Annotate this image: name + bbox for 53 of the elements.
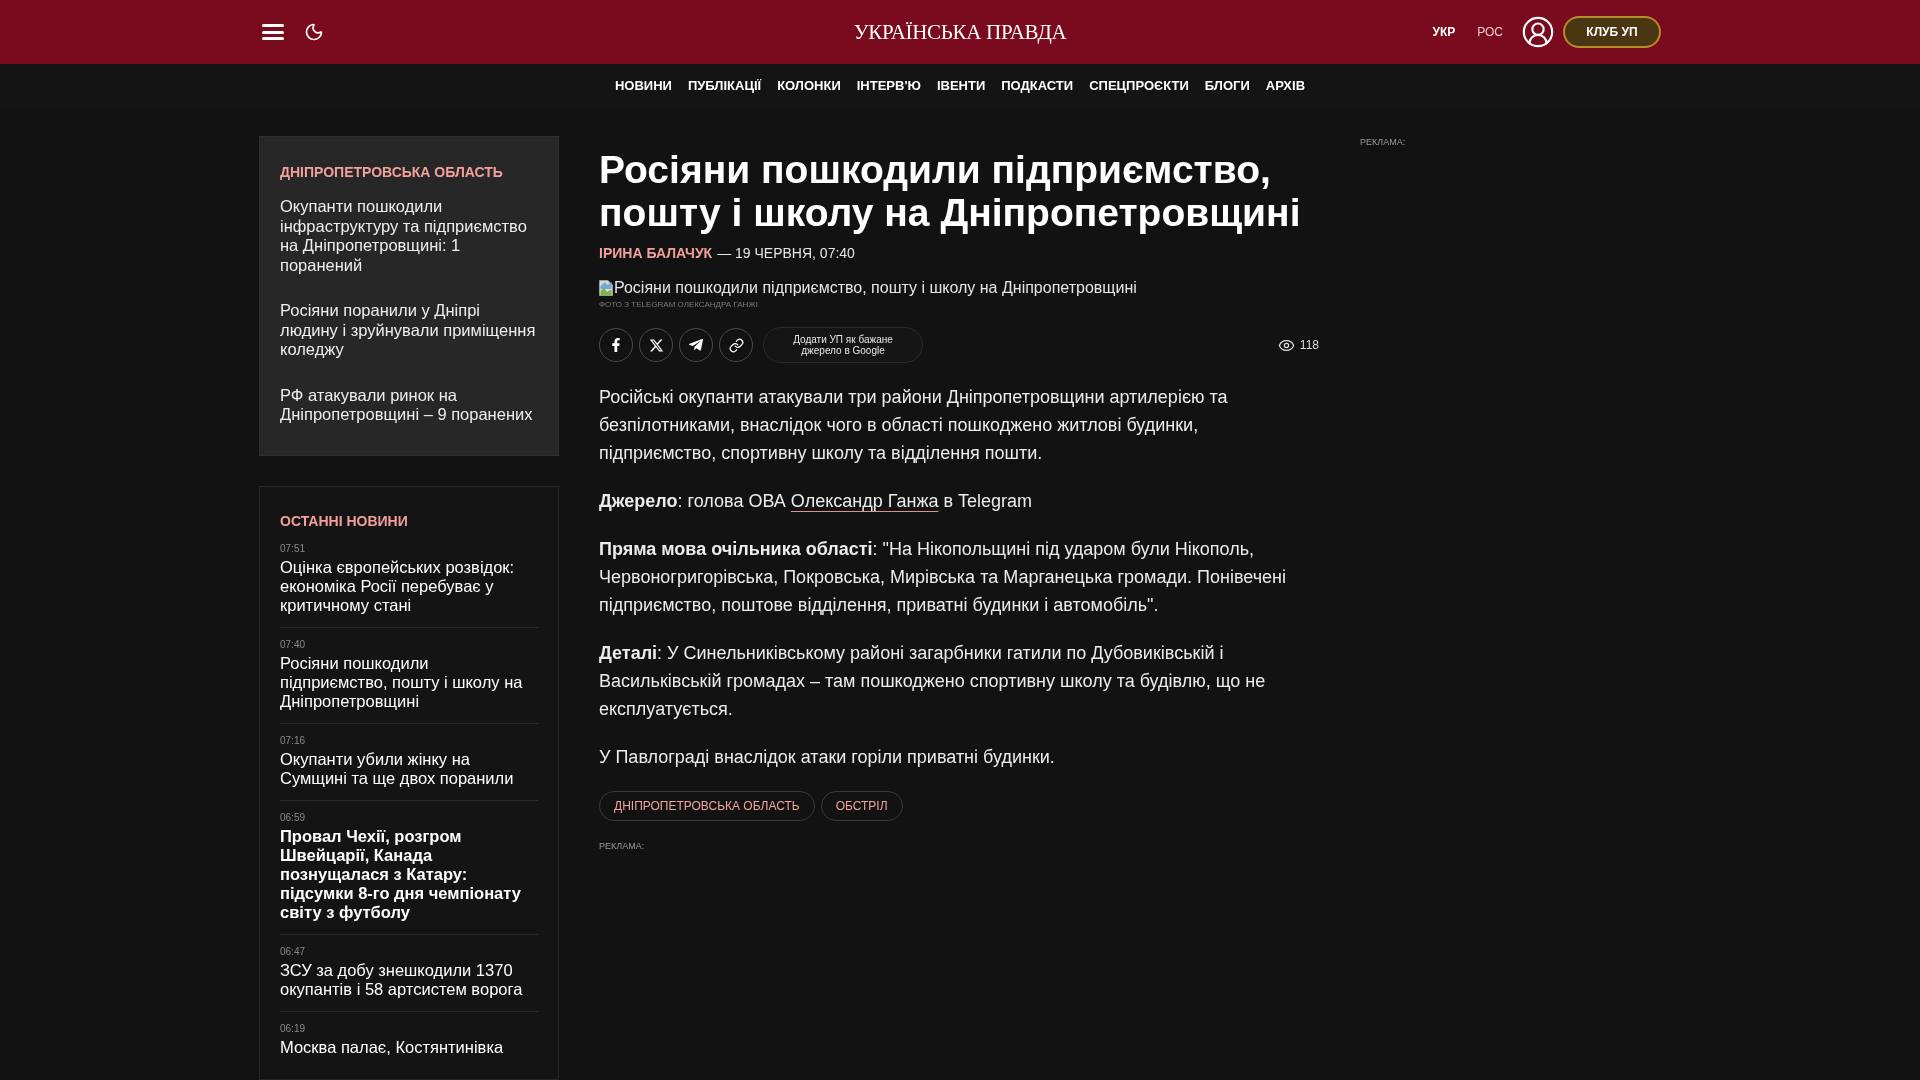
ad-label: РЕКЛАМА: xyxy=(599,841,645,851)
nav-link[interactable]: ПОДКАСТИ xyxy=(1001,75,1074,96)
x-logo-icon xyxy=(648,337,664,353)
headline-link[interactable]: Оцінка європейських розвідок: економіка Росії перебуває у критичному стані xyxy=(280,557,538,615)
site-logo[interactable]: УКРАЇНСЬКА ПРАВДА xyxy=(853,21,1067,43)
article-paragraph: Пряма мова очільника області: "На Нікопольщині під ударом були Нікополь, Червоногригорівська, Покровська, Мирівська та Марганецька громади. Понівечені підприємство, поштове відділення, приватні будинки і автомобіль". xyxy=(599,538,1288,617)
news-time: 07:51 xyxy=(280,541,306,556)
nav-link[interactable]: ІВЕНТИ xyxy=(936,75,986,96)
user-icon[interactable] xyxy=(1521,15,1555,49)
nav-link[interactable]: НОВИНИ xyxy=(614,75,672,96)
moon-icon[interactable] xyxy=(304,22,324,42)
menu-icon[interactable] xyxy=(262,24,284,40)
image-alt-text: Росіяни пошкодили підприємство, пошту і школу на Дніпропетровщині xyxy=(614,278,1137,298)
nav-link[interactable]: АРХІВ xyxy=(1265,75,1306,96)
view-count: 118 xyxy=(1299,337,1319,354)
link-icon xyxy=(728,337,744,353)
author-link[interactable]: Олександр Ганжа xyxy=(790,491,939,511)
ad-label: РЕКЛАМА: xyxy=(1360,137,1406,147)
article-title: Росіяни пошкодили підприємство, пошту і школу на Дніпропетровщині xyxy=(599,148,1302,234)
nav-link[interactable]: ПУБЛІКАЦІЇ xyxy=(687,75,762,96)
nav-link[interactable]: СПЕЦПРОЄКТИ xyxy=(1089,75,1189,96)
author-name[interactable]: ІРИНА БАЛАЧУК xyxy=(599,244,713,262)
photo-caption: ФОТО З TELEGRAM ОЛЕКСАНДРА ГАНЖІ xyxy=(599,300,758,310)
nav-link[interactable]: ІНТЕРВ'Ю xyxy=(856,75,921,96)
paper-plane-icon xyxy=(688,337,704,353)
headline-link[interactable]: Росіяни поранили у Дніпрі людину і зруйнували приміщення коледжу xyxy=(280,301,538,360)
article-paragraph: У Павлограді внаслідок атаки горіли приватні будинки. xyxy=(599,746,1056,769)
nav-link[interactable]: КОЛОНКИ xyxy=(777,75,841,96)
news-time: 06:47 xyxy=(280,944,306,959)
headline-link[interactable]: Провал Чехії, розгром Швейцарії, Канада познущалася з Катару: підсумки 8-го дня чемпіонату світу з футболу xyxy=(280,826,538,922)
headline-link[interactable]: Окупанти убили жінку на Сумщині та ще двох поранили xyxy=(280,749,538,788)
news-time: 06:19 xyxy=(280,1021,306,1036)
headline-link[interactable]: Москва палає, Костянтинівка xyxy=(280,1037,538,1057)
language-link[interactable]: РОС xyxy=(1477,23,1503,41)
article-paragraph: Джерело: голова ОВА Олександр Ганжа в Telegram xyxy=(599,490,1034,513)
broken-image-icon xyxy=(599,280,613,296)
news-time: 06:59 xyxy=(280,810,306,825)
facebook-icon xyxy=(609,338,623,352)
headline-link[interactable]: Окупанти пошкодили інфраструктуру та підприємство на Дніпропетровщині: 1 поранений xyxy=(280,197,538,275)
headline-link[interactable]: ЗСУ за добу знешкодили 1370 окупантів і 58 артсистем ворога xyxy=(280,960,538,999)
article-paragraph: Деталі: У Синельниківському районі загарбники гатили по Дубовиківській і Васильківській громадах – там пошкоджено спортивну школу та будівлю, що не експлуатується. xyxy=(599,642,1267,721)
club-button[interactable]: КЛУБ УП xyxy=(1563,16,1661,48)
nav-link[interactable]: БЛОГИ xyxy=(1204,75,1250,96)
news-time: 07:16 xyxy=(280,733,306,748)
headline-link[interactable]: РФ атакували ринок на Дніпропетровщині – 9 поранених xyxy=(280,385,538,425)
language-link[interactable]: УКР xyxy=(1432,23,1456,41)
publish-date: — 19 ЧЕРВНЯ, 07:40 xyxy=(717,244,855,262)
news-time: 07:40 xyxy=(280,637,306,652)
google-source-button[interactable]: Додати УП як бажане джерело в Google xyxy=(763,327,923,363)
headline-link[interactable]: Росіяни пошкодили підприємство, пошту і школу на Дніпропетровщині xyxy=(280,653,538,711)
panel-title: ОСТАННІ НОВИНИ xyxy=(280,512,409,529)
panel-title: ДНІПРОПЕТРОВСЬКА ОБЛАСТЬ xyxy=(280,164,504,180)
article-paragraph: Російські окупанти атакували три райони Дніпропетровщини артилерією та безпілотниками, внаслідок чого в області пошкоджено житлові будинки, підприємство, спортивну школу та відділення пошти. xyxy=(599,386,1229,465)
